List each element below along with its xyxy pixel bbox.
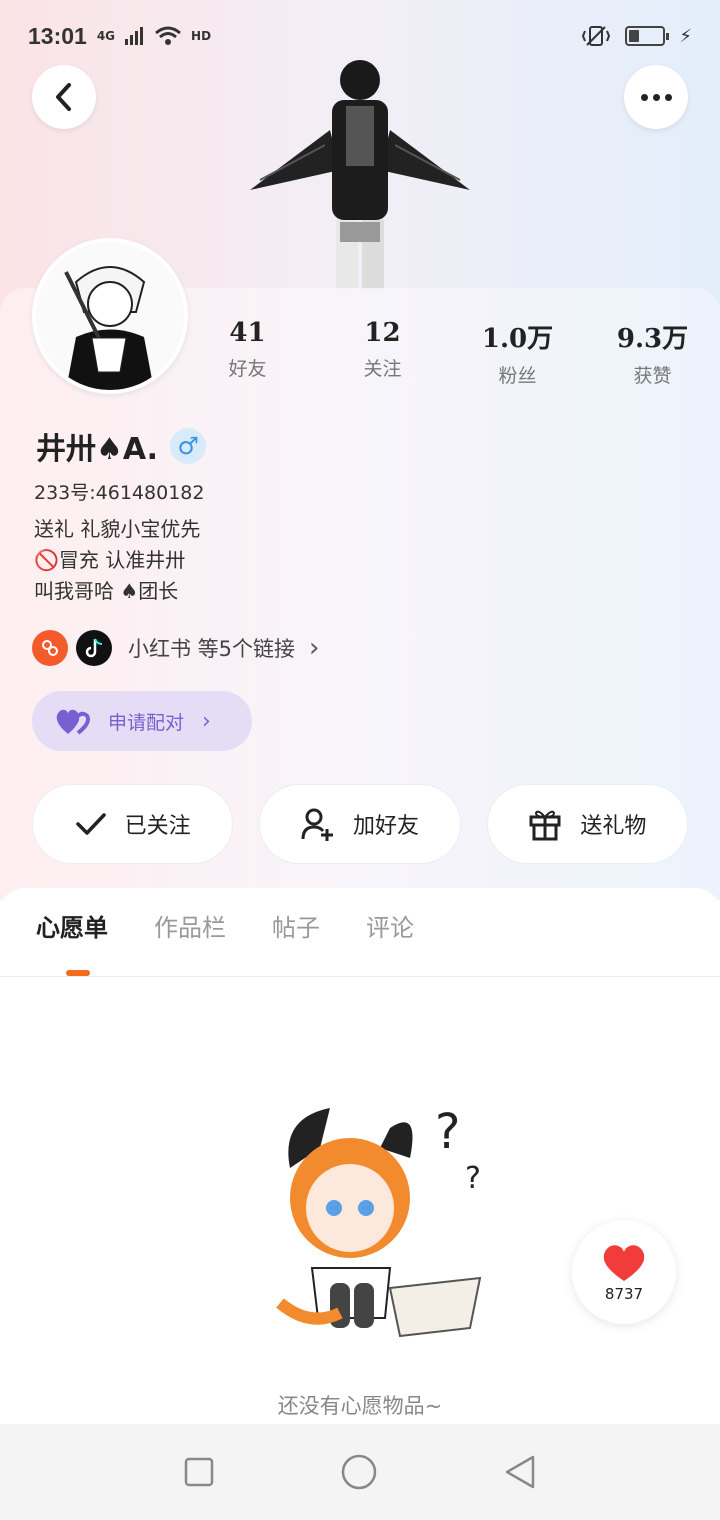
profile-avatar[interactable] bbox=[32, 238, 188, 394]
stat-fans[interactable]: 1.0万 粉丝 bbox=[450, 318, 585, 388]
chevron-left-icon bbox=[56, 83, 71, 111]
app-link-icon bbox=[32, 630, 68, 666]
add-friend-button[interactable]: 加好友 bbox=[259, 784, 461, 864]
male-gender-icon: ♂ bbox=[170, 428, 207, 464]
svg-text:?: ? bbox=[435, 1104, 460, 1160]
nickname-row: 井卅♠A. ♂ bbox=[36, 424, 207, 468]
stat-likes[interactable]: 9.3万 获赞 bbox=[585, 318, 720, 388]
social-links[interactable]: 小红书 等5个链接 › bbox=[32, 630, 319, 666]
add-user-icon bbox=[301, 808, 333, 841]
pair-label: 申请配对 bbox=[108, 711, 185, 734]
signal-icon bbox=[125, 27, 144, 45]
stat-friends[interactable]: 41 好友 bbox=[180, 318, 315, 388]
system-nav-bar bbox=[0, 1424, 720, 1520]
stat-label: 粉丝 bbox=[498, 365, 537, 387]
more-dots-icon bbox=[640, 93, 672, 101]
avatar-image bbox=[36, 242, 184, 390]
followed-button[interactable]: 已关注 bbox=[32, 784, 234, 864]
stat-label: 好友 bbox=[228, 358, 267, 380]
tab-label: 心愿单 bbox=[36, 914, 108, 942]
apply-pair-button[interactable]: 申请配对 › bbox=[32, 691, 252, 751]
gift-icon bbox=[529, 810, 561, 841]
vibrate-icon bbox=[582, 26, 611, 46]
chevron-right-icon: › bbox=[202, 708, 211, 734]
tab-label: 评论 bbox=[366, 914, 414, 942]
stat-label: 关注 bbox=[363, 358, 402, 380]
stat-following[interactable]: 12 关注 bbox=[315, 318, 450, 388]
stat-value: 41 bbox=[229, 318, 266, 348]
send-gift-label: 送礼物 bbox=[580, 814, 647, 839]
stat-label: 获赞 bbox=[633, 365, 672, 387]
links-text: 小红书 等5个链接 bbox=[128, 637, 296, 661]
followed-label: 已关注 bbox=[124, 814, 191, 839]
tab-label: 作品栏 bbox=[154, 914, 226, 942]
heart-icon bbox=[603, 1245, 645, 1281]
battery-icon bbox=[625, 26, 670, 46]
back-button[interactable] bbox=[32, 65, 96, 129]
bio: 送礼 礼貌小宝优先 🚫冒充 认准井卅 叫我哥哈 ♠团长 bbox=[34, 514, 200, 607]
user-id: 233号:461480182 bbox=[34, 482, 205, 504]
tab-wishlist[interactable]: 心愿单 bbox=[36, 908, 108, 978]
action-buttons: 已关注 加好友 送礼物 bbox=[32, 784, 688, 864]
empty-state-text: 还没有心愿物品~ bbox=[277, 1394, 443, 1418]
tab-comments[interactable]: 评论 bbox=[366, 908, 414, 978]
tab-bar: 心愿单 作品栏 帖子 评论 bbox=[0, 908, 720, 978]
svg-text:?: ? bbox=[465, 1161, 481, 1196]
status-time: 13:01 bbox=[28, 22, 87, 49]
bio-line: 送礼 礼貌小宝优先 bbox=[34, 517, 201, 541]
tab-label: 帖子 bbox=[272, 914, 320, 942]
recent-apps-icon[interactable] bbox=[183, 1456, 215, 1488]
stat-value: 1.0万 bbox=[481, 324, 554, 354]
charging-icon: ⚡ bbox=[679, 25, 692, 47]
tab-posts[interactable]: 帖子 bbox=[272, 908, 320, 978]
empty-state-illustration: ? ? bbox=[276, 1104, 482, 1338]
wifi-icon bbox=[155, 26, 181, 45]
divider bbox=[0, 976, 720, 977]
stat-value: 12 bbox=[364, 318, 401, 348]
heart-pair-icon bbox=[56, 709, 91, 735]
bio-line: 叫我哥哈 ♠团长 bbox=[34, 579, 179, 603]
chevron-right-icon: › bbox=[309, 633, 320, 663]
profile-stats: 41 好友 12 关注 1.0万 粉丝 9.3万 获赞 bbox=[180, 318, 720, 388]
more-options-button[interactable] bbox=[624, 65, 688, 129]
stat-value: 9.3万 bbox=[616, 324, 689, 354]
like-count: 8737 bbox=[604, 1285, 644, 1303]
bio-line: 🚫冒充 认准井卅 bbox=[34, 548, 186, 572]
home-icon[interactable] bbox=[340, 1453, 378, 1491]
add-friend-label: 加好友 bbox=[352, 814, 419, 839]
hd-badge: HD bbox=[191, 29, 212, 43]
send-gift-button[interactable]: 送礼物 bbox=[486, 784, 688, 864]
tab-works[interactable]: 作品栏 bbox=[154, 908, 226, 978]
character-avatar-image bbox=[250, 60, 470, 290]
like-button[interactable]: 8737 bbox=[572, 1220, 676, 1324]
content-section: 心愿单 作品栏 帖子 评论 ? ? 还没有心愿物品~ bbox=[0, 888, 720, 1428]
tiktok-icon bbox=[76, 630, 112, 666]
network-type: 4G bbox=[96, 29, 116, 43]
check-icon bbox=[75, 813, 106, 835]
nickname: 井卅♠A. bbox=[36, 432, 159, 467]
back-nav-icon[interactable] bbox=[503, 1454, 537, 1490]
